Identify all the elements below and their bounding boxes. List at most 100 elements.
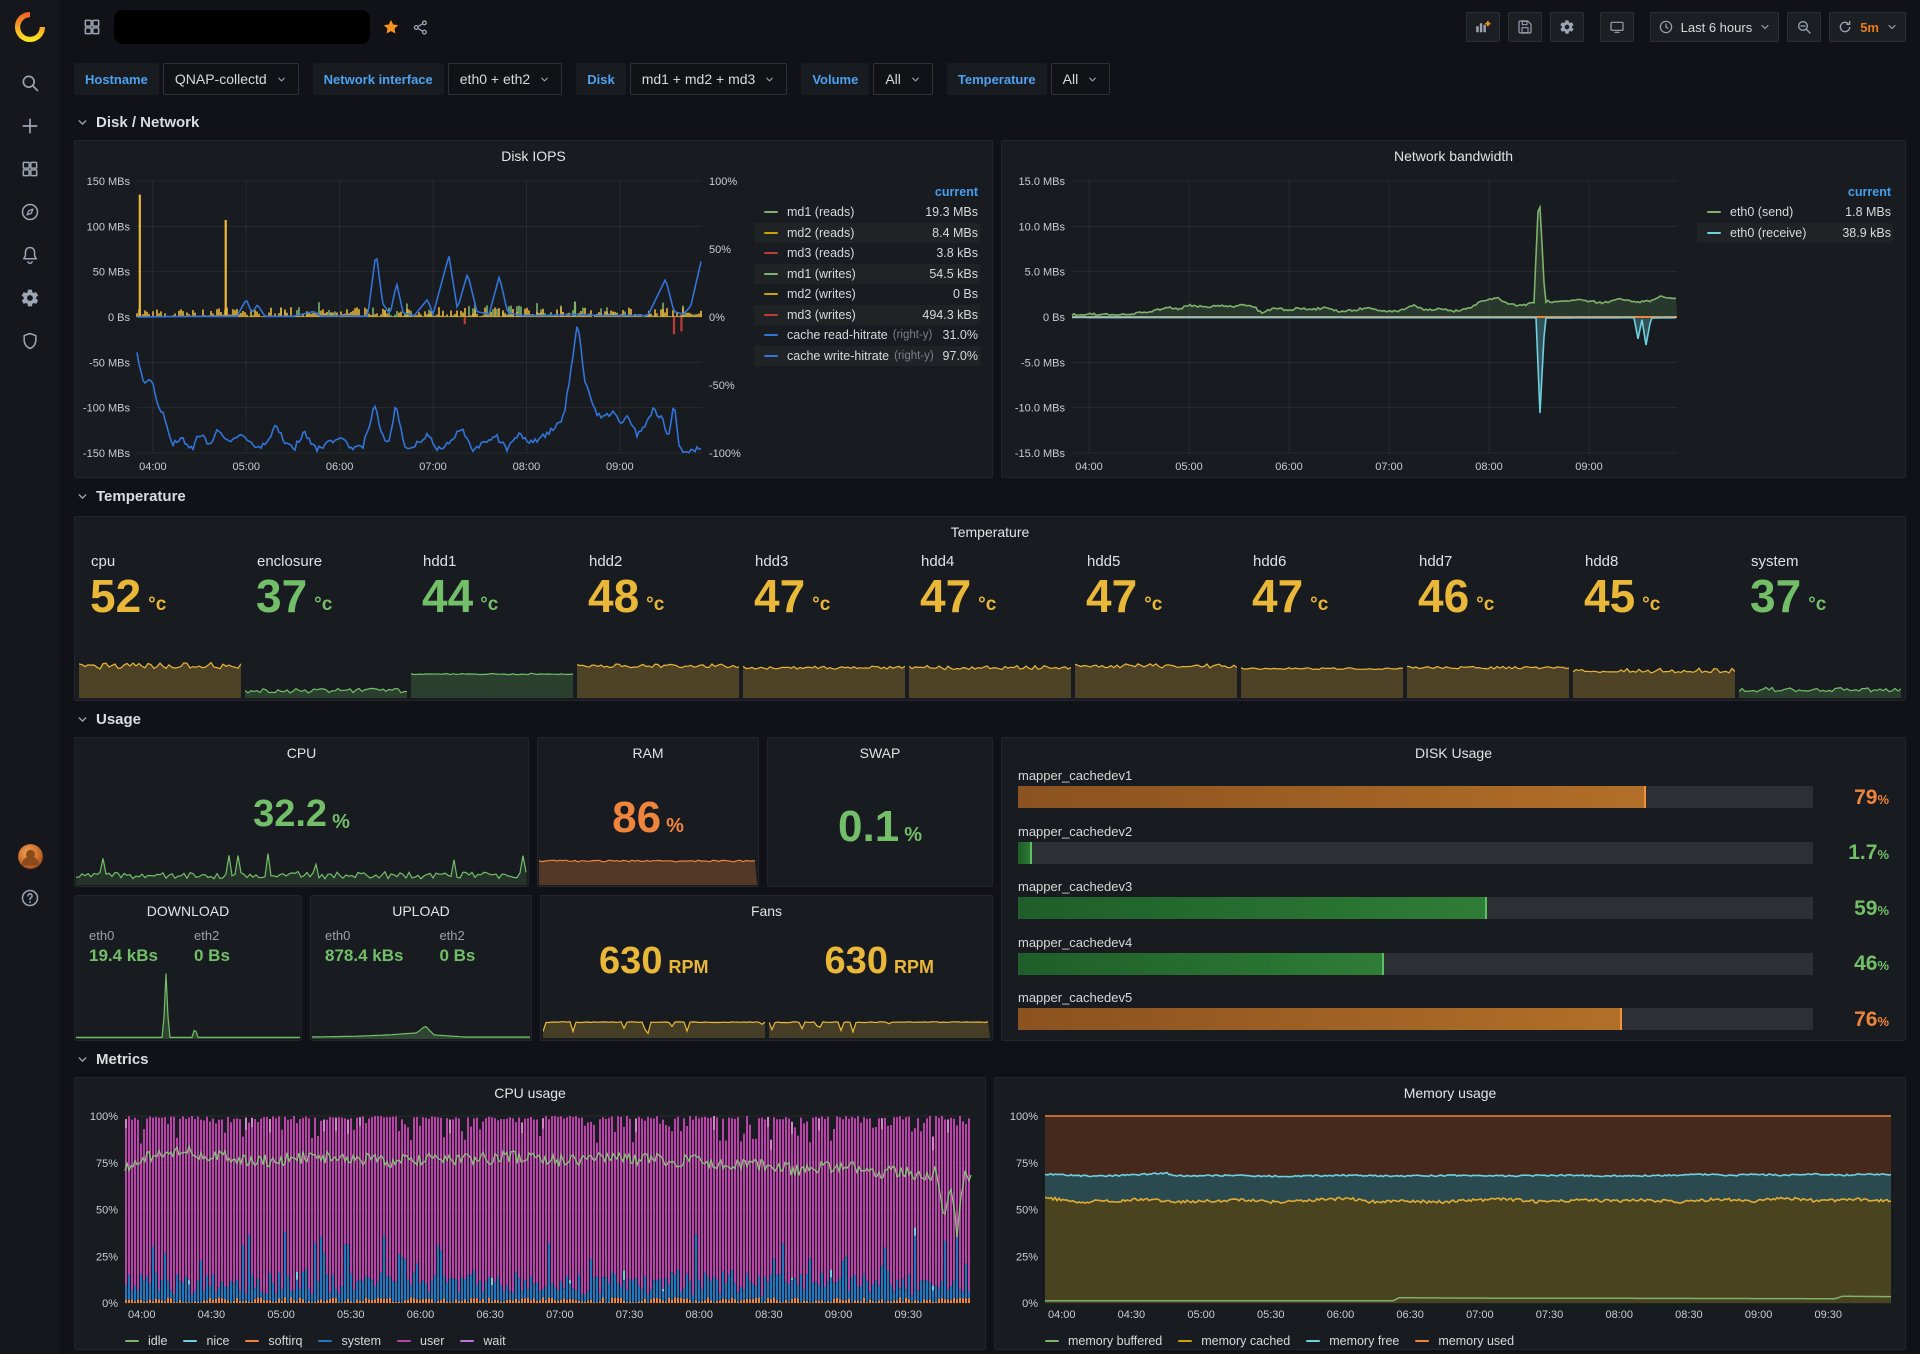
grafana-logo-icon[interactable] [12,9,48,45]
legend-series-label[interactable]: cache read-hitrate [787,328,888,342]
sidebar-item-alerting[interactable] [0,233,60,276]
sidebar-item-server-admin[interactable] [0,319,60,362]
panel-title[interactable]: DISK Usage [1002,738,1905,768]
stat-number: 46 [1418,573,1469,619]
legend-series-label[interactable]: md2 (reads) [787,226,854,240]
stat-unit: °c [1144,595,1162,614]
sidebar-item-search[interactable] [0,61,60,104]
stat-value: 52°c [90,573,166,619]
legend-series-label[interactable]: md3 (reads) [787,246,854,260]
svg-text:-150 MBs: -150 MBs [83,448,131,460]
sidebar-item-dashboards[interactable] [0,147,60,190]
sidebar-item-configuration[interactable] [0,276,60,319]
series-color-dash [1178,1340,1192,1342]
legend-series-label[interactable]: cache write-hitrate [787,349,889,363]
stat-sparkline [909,652,1071,698]
svg-text:06:00: 06:00 [407,1309,435,1321]
legend-current-value: 0 Bs [953,287,978,301]
svg-text:100 MBs: 100 MBs [87,221,131,233]
panel-title[interactable]: Temperature [75,517,1905,547]
panel-title[interactable]: Network bandwidth [1002,141,1905,171]
zoom-out-button[interactable] [1787,12,1821,42]
svg-text:04:00: 04:00 [1048,1309,1076,1321]
panel-title[interactable]: RAM [538,738,758,768]
ram-stat: 86 % [538,768,758,886]
clock-icon [1658,19,1674,35]
panel-title[interactable]: UPLOAD [311,896,531,926]
sidebar [0,0,60,1354]
svg-text:50%: 50% [709,244,731,256]
refresh-interval-label[interactable]: 5m [1860,20,1879,35]
dashboard-title-redacted[interactable] [114,10,370,44]
dashboard-settings-button[interactable] [1550,12,1584,42]
legend-series-memory-used[interactable]: memory used [1415,1334,1514,1348]
stat-sparkline [79,652,241,698]
save-dashboard-button[interactable] [1508,12,1542,42]
series-color-dash [1045,1340,1059,1342]
legend-series-label[interactable]: md1 (reads) [787,205,854,219]
stat-name: system [1751,553,1799,570]
sidebar-item-explore[interactable] [0,190,60,233]
row-title: Usage [96,711,141,728]
user-avatar[interactable] [17,843,44,870]
panel-title[interactable]: Disk IOPS [75,141,992,171]
disk-iops-graph[interactable]: 04:0005:0006:0007:0008:0009:00150 MBs100… [79,171,750,475]
row-header-disk-network[interactable]: Disk / Network [74,104,1906,140]
legend-series-memory-free[interactable]: memory free [1306,1334,1399,1348]
sidebar-item-create[interactable] [0,104,60,147]
share-icon[interactable] [412,19,429,36]
panel-title[interactable]: CPU usage [75,1078,985,1108]
legend-series-idle[interactable]: idle [125,1334,167,1348]
variable-value-dropdown[interactable]: QNAP-collectd [163,63,299,95]
panel-title[interactable]: CPU [75,738,528,768]
panel-cpu-usage: CPU usage 04:0004:3005:0005:3006:0006:30… [74,1077,986,1350]
svg-text:08:30: 08:30 [1675,1309,1703,1321]
svg-text:05:00: 05:00 [267,1309,295,1321]
cpu-usage-graph[interactable]: 04:0004:3005:0005:3006:0006:3007:0007:30… [75,1108,985,1328]
variable-value-dropdown[interactable]: All [1051,63,1111,95]
panel-title[interactable]: Fans [541,896,992,926]
svg-text:100%: 100% [709,176,737,188]
sidebar-item-help[interactable] [0,886,60,910]
legend-series-label[interactable]: eth0 (receive) [1730,226,1806,240]
stat-unit: °c [1642,595,1660,614]
legend-series-label[interactable]: eth0 (send) [1730,205,1793,219]
legend-series-system[interactable]: system [318,1334,381,1348]
network-legend: currenteth0 (send)1.8 MBseth0 (receive)3… [1693,171,1901,475]
variable-value-dropdown[interactable]: eth0 + eth2 [448,63,562,95]
variable-network-interface: Network interfaceeth0 + eth2 [313,63,563,95]
network-bandwidth-graph[interactable]: 04:0005:0006:0007:0008:0009:0015.0 MBs10… [1006,171,1693,475]
legend-series-softirq[interactable]: softirq [245,1334,302,1348]
panel-fans: Fans 630RPM630RPM [540,895,993,1041]
stat-value: 48°c [588,573,664,619]
row-header-usage[interactable]: Usage [74,701,1906,737]
time-range-picker[interactable]: Last 6 hours [1650,12,1780,42]
cycle-view-button[interactable] [1600,12,1634,42]
legend-series-label[interactable]: md2 (writes) [787,287,856,301]
series-color-dash [460,1340,474,1342]
legend-series-label[interactable]: md1 (writes) [787,267,856,281]
legend-series-memory-buffered[interactable]: memory buffered [1045,1334,1162,1348]
stat-value: 37°c [256,573,332,619]
legend-series-memory-cached[interactable]: memory cached [1178,1334,1290,1348]
refresh-button[interactable]: 5m [1829,12,1906,42]
memory-usage-graph[interactable]: 04:0004:3005:0005:3006:0006:3007:0007:30… [995,1108,1905,1328]
value-number: 59 [1854,897,1877,920]
row-header-metrics[interactable]: Metrics [74,1041,1906,1077]
star-icon[interactable] [382,18,400,36]
panel-title[interactable]: DOWNLOAD [75,896,301,926]
legend-current-value: 54.5 kBs [929,267,978,281]
legend-series-user[interactable]: user [397,1334,444,1348]
legend-series-wait[interactable]: wait [460,1334,505,1348]
variable-value-dropdown[interactable]: All [873,63,933,95]
value-number: 46 [1854,952,1877,975]
variable-value-dropdown[interactable]: md1 + md2 + md3 [630,63,788,95]
panel-title[interactable]: SWAP [768,738,992,768]
legend-series-label[interactable]: md3 (writes) [787,308,856,322]
add-panel-button[interactable] [1466,12,1500,42]
panel-title[interactable]: Memory usage [995,1078,1905,1108]
row-header-temperature[interactable]: Temperature [74,478,1906,514]
bar-gauge-track [1018,786,1813,808]
svg-text:50%: 50% [96,1205,118,1217]
legend-series-nice[interactable]: nice [183,1334,229,1348]
